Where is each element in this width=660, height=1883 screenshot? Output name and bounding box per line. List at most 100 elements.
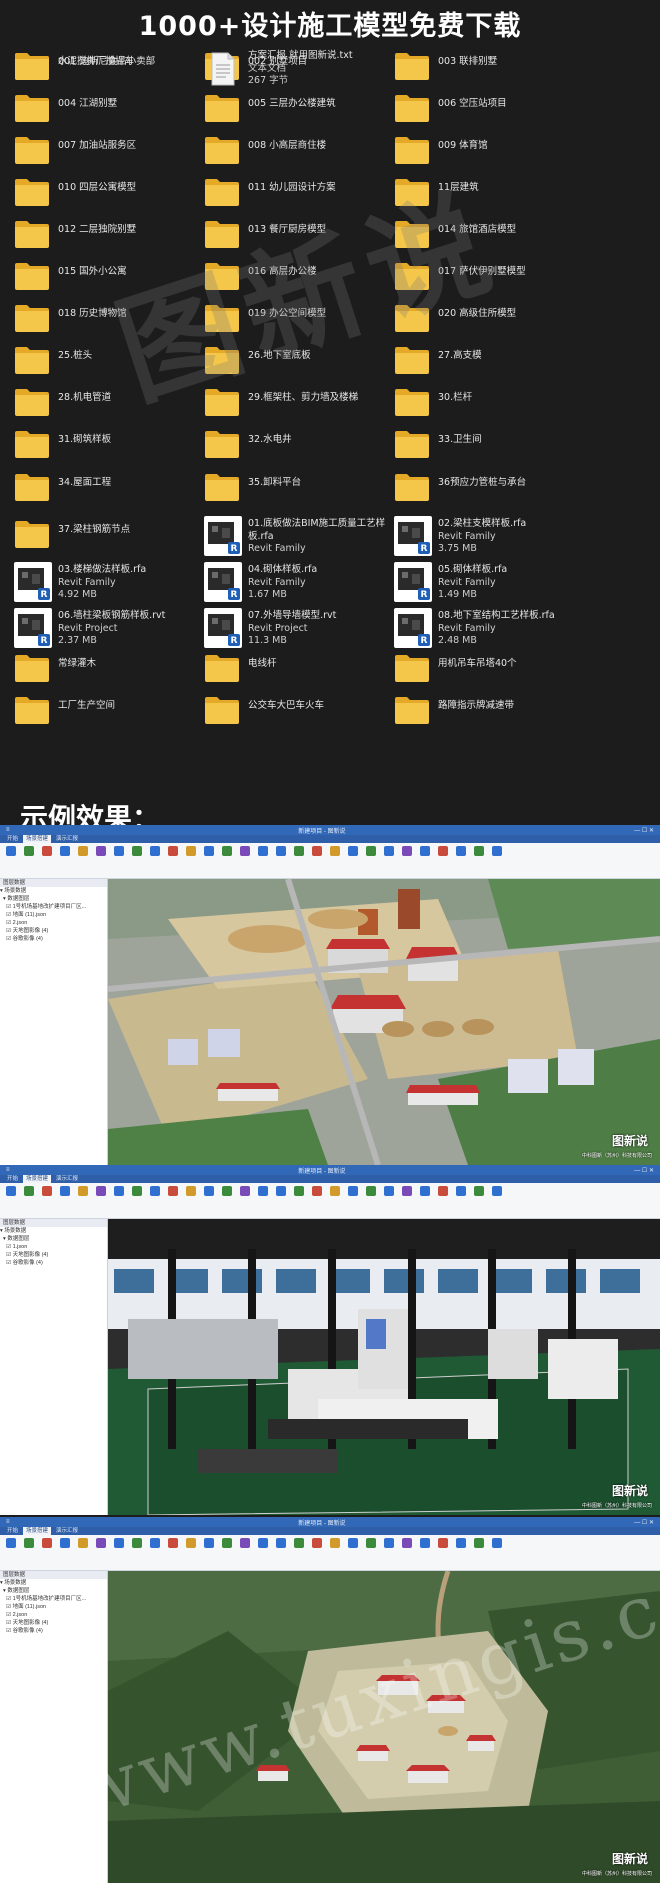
folder-item[interactable]: 003 联排别墅	[394, 48, 580, 84]
ribbon-tool-button[interactable]	[454, 1538, 468, 1548]
ribbon-tab[interactable]: 开始	[4, 835, 21, 843]
layer-tree-item[interactable]: ▾ 数据图层	[0, 1235, 107, 1243]
ribbon-tool-button[interactable]	[400, 1538, 414, 1548]
ribbon-tool-button[interactable]	[400, 1186, 414, 1196]
ribbon-tool-button[interactable]	[454, 846, 468, 856]
folder-item[interactable]: 019 办公空间模型	[204, 300, 390, 336]
ribbon-tool-button[interactable]	[364, 846, 378, 856]
ribbon-tool-button[interactable]	[202, 1186, 216, 1196]
ribbon-tool-button[interactable]	[148, 1538, 162, 1548]
folder-item[interactable]: 工厂生产空间	[14, 692, 200, 728]
folder-item[interactable]: 常绿灌木	[14, 650, 200, 686]
ribbon-tool-button[interactable]	[382, 846, 396, 856]
folder-item[interactable]: 路障指示牌减速带	[394, 692, 580, 728]
folder-item[interactable]: 30.栏杆	[394, 384, 580, 420]
layer-tree-item[interactable]: ☑ 1号机场基地改扩建项目厂区...	[0, 1595, 107, 1603]
terrain-3d-view[interactable]	[108, 1571, 660, 1883]
folder-item[interactable]: 27.高支模	[394, 342, 580, 378]
ribbon-tool-button[interactable]	[364, 1186, 378, 1196]
viewport[interactable]: 图新说 中科图新（苏州）科技有限公司	[108, 1219, 660, 1515]
folder-item[interactable]: 26.地下室底板	[204, 342, 390, 378]
ribbon-tool-button[interactable]	[346, 846, 360, 856]
ribbon-tool-button[interactable]	[256, 846, 270, 856]
ribbon-tool-button[interactable]	[490, 1538, 504, 1548]
ribbon-tool-button[interactable]	[382, 1538, 396, 1548]
ribbon-tool-button[interactable]	[400, 846, 414, 856]
ribbon-tool-button[interactable]	[40, 1538, 54, 1548]
ribbon-tool-button[interactable]	[472, 1538, 486, 1548]
folder-item[interactable]: 014 旅馆酒店模型	[394, 216, 580, 252]
ribbon-tool-button[interactable]	[328, 1186, 342, 1196]
ribbon-tool-button[interactable]	[274, 1538, 288, 1548]
file-item[interactable]: R 04.砌体样板.rfa Revit Family 1.67 MB	[204, 562, 390, 602]
folder-item[interactable]: 29.框架柱、剪力墙及楼梯	[204, 384, 390, 420]
ribbon-tool-button[interactable]	[472, 846, 486, 856]
ribbon-tool-button[interactable]	[256, 1538, 270, 1548]
layer-tree-item[interactable]: ☑ 天地图影像 (4)	[0, 1619, 107, 1627]
ribbon-tool-button[interactable]	[310, 1186, 324, 1196]
ribbon-tool-button[interactable]	[220, 846, 234, 856]
ribbon-tool-button[interactable]	[490, 846, 504, 856]
window-controls[interactable]: — ☐ ✕	[634, 1519, 654, 1526]
ribbon-tab[interactable]: 场景搭建	[23, 1175, 52, 1183]
folder-item[interactable]: 32.水电井	[204, 426, 390, 462]
ribbon-tool-button[interactable]	[454, 1186, 468, 1196]
folder-item[interactable]: 009 体育馆	[394, 132, 580, 168]
folder-item[interactable]: 008 小高层商住楼	[204, 132, 390, 168]
ribbon-tool-button[interactable]	[418, 1538, 432, 1548]
ribbon-tool-button[interactable]	[238, 1538, 252, 1548]
ribbon-tab[interactable]: 演示汇报	[53, 835, 81, 843]
folder-item[interactable]: 电线杆	[204, 650, 390, 686]
layer-tree-item[interactable]: ▾ 数据图层	[0, 1587, 107, 1595]
ribbon-tool-button[interactable]	[22, 1186, 36, 1196]
folder-item[interactable]: 35.卸料平台	[204, 469, 390, 505]
layer-tree-item[interactable]: ☑ 谷歌影像 (4)	[0, 1259, 107, 1267]
ribbon-tool-button[interactable]	[76, 1538, 90, 1548]
ribbon-tool-button[interactable]	[472, 1186, 486, 1196]
ribbon-tool-button[interactable]	[130, 1538, 144, 1548]
ribbon-tool-button[interactable]	[346, 1186, 360, 1196]
ribbon-tool-button[interactable]	[148, 1186, 162, 1196]
folder-item[interactable]: 31.砌筑样板	[14, 426, 200, 462]
ribbon-tool-button[interactable]	[166, 1186, 180, 1196]
folder-item[interactable]: 013 餐厅厨房模型	[204, 216, 390, 252]
ribbon-tool-button[interactable]	[256, 1186, 270, 1196]
ribbon-tool-button[interactable]	[382, 1186, 396, 1196]
ribbon-tool-button[interactable]	[220, 1186, 234, 1196]
folder-item[interactable]: 006 空压站项目	[394, 90, 580, 126]
ribbon-tab[interactable]: 开始	[4, 1175, 21, 1183]
layer-tree-item[interactable]: ☑ 天地图影像 (4)	[0, 1251, 107, 1259]
ribbon-tool-button[interactable]	[4, 846, 18, 856]
ribbon-tool-button[interactable]	[292, 1186, 306, 1196]
file-item[interactable]: R 05.砌体样板.rfa Revit Family 1.49 MB	[394, 562, 580, 602]
ribbon-tool-button[interactable]	[22, 1538, 36, 1548]
layer-tree-item[interactable]: ☑ 天地图影像 (4)	[0, 927, 107, 935]
ribbon-tool-button[interactable]	[112, 1186, 126, 1196]
layer-tree-item[interactable]: ☑ 2.json	[0, 919, 107, 927]
folder-item[interactable]: 020 高级住所模型	[394, 300, 580, 336]
ribbon-tool-button[interactable]	[184, 846, 198, 856]
file-item[interactable]: 方案汇报 就用图新说.txt 文本文档 267 字节	[204, 48, 390, 86]
folder-item[interactable]: 34.屋面工程	[14, 469, 200, 505]
folder-item[interactable]: 004 江湖别墅	[14, 90, 200, 126]
folder-item[interactable]: 011 幼儿园设计方案	[204, 174, 390, 210]
folder-item[interactable]: 36预应力管桩与承台	[394, 469, 580, 505]
file-item[interactable]: R 07.外墙导墙模型.rvt Revit Project 11.3 MB	[204, 608, 390, 648]
ribbon-tool-button[interactable]	[310, 1538, 324, 1548]
ribbon-tool-button[interactable]	[130, 846, 144, 856]
layer-tree-item[interactable]: ☑ 地面 (11).json	[0, 911, 107, 919]
ribbon-tab[interactable]: 场景搭建	[23, 835, 52, 843]
ribbon-tool-button[interactable]	[40, 1186, 54, 1196]
window-controls[interactable]: — ☐ ✕	[634, 827, 654, 834]
ribbon-tab[interactable]: 演示汇报	[53, 1527, 81, 1535]
app-menu-icon[interactable]: ≡	[6, 1519, 10, 1525]
ribbon-tool-button[interactable]	[202, 1538, 216, 1548]
ribbon-tool-button[interactable]	[292, 1538, 306, 1548]
folder-item[interactable]: 017 萨伏伊别墅模型	[394, 258, 580, 294]
folder-item[interactable]: 水泥搅拌厂搅拌车	[14, 48, 200, 84]
ribbon-tool-button[interactable]	[418, 846, 432, 856]
folder-item[interactable]: 11层建筑	[394, 174, 580, 210]
ribbon-tool-button[interactable]	[436, 846, 450, 856]
ribbon-tool-button[interactable]	[166, 846, 180, 856]
file-item[interactable]: R 08.地下室结构工艺样板.rfa Revit Family 2.48 MB	[394, 608, 580, 648]
